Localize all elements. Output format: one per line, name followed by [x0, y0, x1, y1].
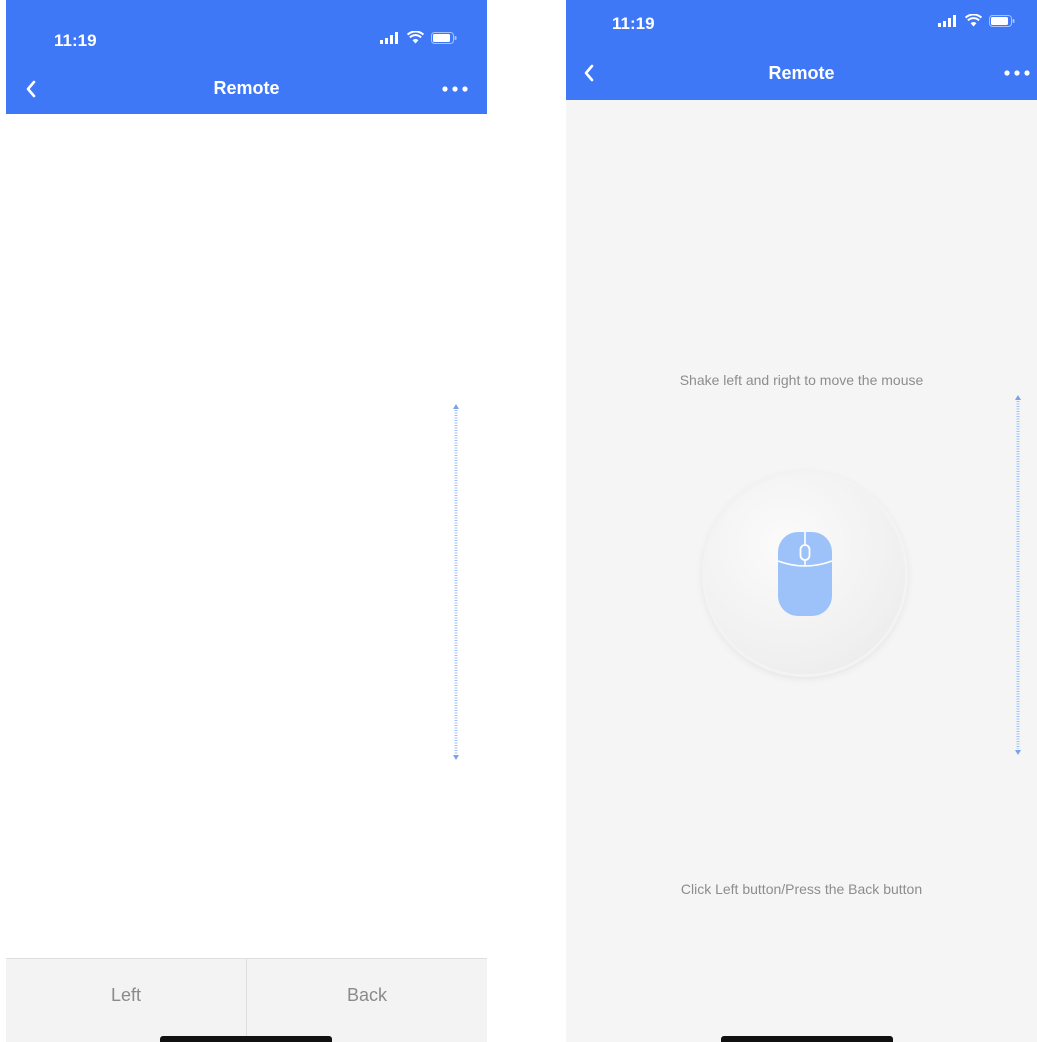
wifi-icon	[965, 14, 982, 27]
phone-screen-left: 11:19 Remote Left Back	[6, 0, 487, 1042]
mouse-icon	[777, 532, 833, 616]
battery-icon	[431, 32, 457, 44]
shake-hint-text: Shake left and right to move the mouse	[679, 372, 924, 388]
back-key-button[interactable]: Back	[246, 959, 487, 1042]
vertical-scroll-track-icon[interactable]	[1013, 395, 1023, 755]
click-hint-text: Click Left button/Press the Back button	[680, 881, 923, 897]
status-time: 11:19	[612, 14, 655, 33]
wifi-icon	[407, 31, 424, 44]
more-options-button[interactable]	[437, 74, 473, 104]
status-time: 11:19	[54, 31, 97, 50]
more-dots-icon	[442, 86, 468, 92]
left-click-button[interactable]: Left	[6, 959, 246, 1042]
phone-screen-right: 11:19 Remote Shake left and right to mov…	[566, 0, 1037, 1042]
cellular-signal-icon	[938, 15, 956, 27]
page-title: Remote	[768, 63, 835, 83]
cellular-signal-icon	[380, 32, 398, 44]
home-indicator	[721, 1036, 893, 1042]
home-indicator	[160, 1036, 332, 1042]
status-icons	[380, 31, 457, 44]
more-options-button[interactable]	[999, 58, 1035, 88]
status-icons	[938, 14, 1015, 27]
battery-icon	[989, 15, 1015, 27]
more-dots-icon	[1004, 70, 1030, 76]
app-header: 11:19 Remote	[566, 0, 1037, 100]
bottom-button-bar: Left Back	[6, 958, 487, 1042]
page-title: Remote	[213, 78, 280, 98]
comparison-canvas: 11:19 Remote Left Back 11:19 Remote Shak…	[0, 0, 1037, 1042]
app-header: 11:19 Remote	[6, 0, 487, 114]
vertical-scroll-track-icon[interactable]	[451, 404, 461, 760]
mouse-pad-button[interactable]	[705, 474, 905, 674]
